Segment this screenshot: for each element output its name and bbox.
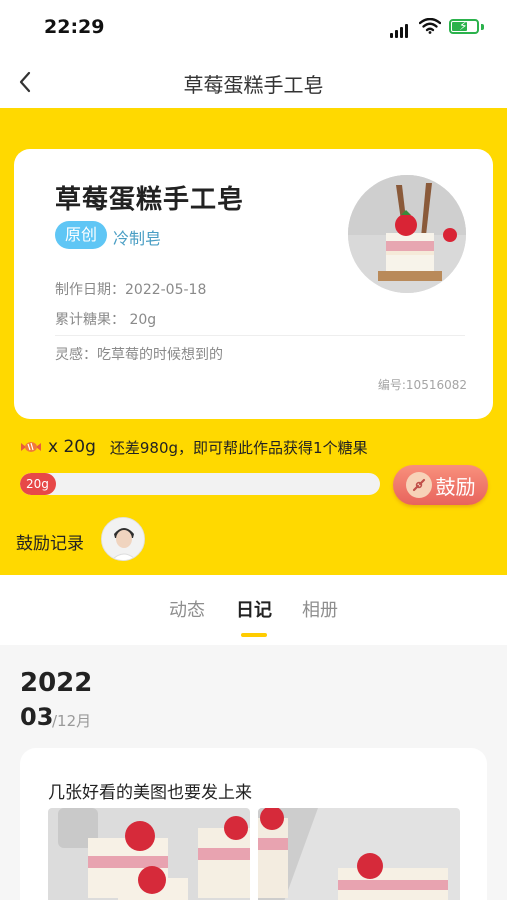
tab-diary[interactable]: 日记 — [236, 596, 272, 622]
candy-icon — [21, 442, 41, 452]
battery-tip — [481, 24, 484, 30]
total-sugar: 累计糖果： 20g — [55, 312, 157, 328]
card-divider — [55, 335, 465, 336]
diary-month: 03 — [20, 703, 54, 731]
serial-number: 编号:10516082 — [377, 378, 467, 392]
diary-entry-card[interactable]: 几张好看的美图也要发上来 — [20, 748, 487, 900]
encourage-button[interactable]: 鼓励 — [393, 465, 488, 505]
product-name: 草莓蛋糕手工皂 — [55, 185, 245, 215]
product-photo[interactable] — [348, 175, 466, 293]
avatar[interactable] — [101, 517, 145, 561]
diary-entry-text: 几张好看的美图也要发上来 — [48, 783, 252, 803]
soap-type-tag: 冷制皂 — [113, 229, 162, 248]
encourage-button-label: 鼓励 — [435, 474, 476, 499]
sugar-amount: x 20g — [48, 437, 96, 457]
sugar-hint: 还差980g，即可帮此作品获得1个糖果 — [109, 438, 368, 457]
product-card: 草莓蛋糕手工皂 原创 冷制皂 制作日期：2022-05-18 累计糖果： 20g… — [14, 149, 493, 419]
encourage-records-label: 鼓励记录 — [16, 534, 84, 554]
inspiration: 灵感：吃草莓的时候想到的 — [55, 347, 223, 363]
active-tab-indicator — [241, 633, 267, 637]
status-bar: 22:29 ⚡ — [0, 0, 507, 58]
sugar-progress-fill: 20g — [20, 473, 56, 495]
tab-feed[interactable]: 动态 — [169, 596, 205, 622]
battery-icon: ⚡ — [449, 19, 479, 34]
diary-photo[interactable] — [48, 808, 250, 900]
original-tag: 原创 — [55, 221, 107, 249]
wifi-icon — [419, 18, 441, 34]
diary-year: 2022 — [20, 668, 93, 698]
signal-icon — [390, 24, 408, 38]
tab-album[interactable]: 相册 — [302, 596, 338, 622]
made-date: 制作日期：2022-05-18 — [55, 282, 207, 298]
sugar-row: x 20g 还差980g，即可帮此作品获得1个糖果 — [20, 435, 368, 459]
status-time: 22:29 — [44, 16, 105, 38]
page-title: 草莓蛋糕手工皂 — [183, 73, 324, 97]
diary-photo[interactable] — [258, 808, 460, 900]
nav-bar: 草莓蛋糕手工皂 — [0, 58, 507, 108]
encourage-icon — [405, 472, 432, 498]
diary-month-suffix: /12月 — [52, 712, 92, 730]
sugar-progress-bar: 20g — [20, 473, 380, 495]
tab-bar: 动态 日记 相册 — [0, 575, 507, 645]
